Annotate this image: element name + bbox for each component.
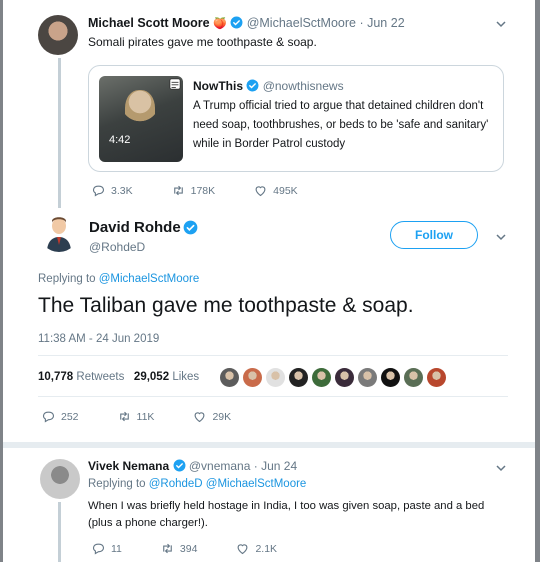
retweet-button[interactable]: 394 bbox=[160, 541, 198, 556]
liker-avatar[interactable] bbox=[289, 368, 308, 387]
like-icon bbox=[194, 412, 205, 423]
separator-dot: · bbox=[253, 459, 258, 473]
verified-badge-icon bbox=[183, 220, 198, 235]
main-replying-to: Replying to @MichaelSctMoore bbox=[38, 273, 199, 285]
thumbnail-figure bbox=[125, 90, 155, 130]
likes-stat-count: 29,052 bbox=[133, 371, 170, 383]
reply-date[interactable]: Jun 24 bbox=[261, 459, 297, 473]
like-icon bbox=[237, 544, 248, 555]
like-button[interactable]: 495K bbox=[253, 183, 298, 198]
like-count: 2.1K bbox=[255, 542, 278, 555]
tweet1-actions: 3.3K 178K 495K bbox=[91, 183, 336, 198]
video-duration: 4:42 bbox=[109, 134, 131, 146]
quoted-author-name[interactable]: NowThis bbox=[193, 79, 243, 93]
reply-icon bbox=[42, 411, 55, 423]
retweet-button[interactable]: 178K bbox=[171, 183, 216, 198]
retweet-button[interactable]: 11K bbox=[117, 409, 155, 424]
liker-avatar[interactable] bbox=[312, 368, 331, 387]
retweet-icon bbox=[163, 543, 172, 554]
main-timestamp[interactable]: 11:38 AM - 24 Jun 2019 bbox=[38, 333, 159, 345]
liker-avatar[interactable] bbox=[243, 368, 262, 387]
liker-avatar[interactable] bbox=[220, 368, 239, 387]
verified-badge-icon bbox=[246, 79, 259, 92]
liker-avatar[interactable] bbox=[266, 368, 285, 387]
main-author-handle[interactable]: @RohdeD bbox=[89, 240, 145, 254]
tweet1-text: Somali pirates gave me toothpaste & soap… bbox=[88, 35, 317, 49]
quoted-tweet-card[interactable]: 4:42 NowThis @nowthisnews A Trump offici… bbox=[88, 65, 504, 172]
reply-icon bbox=[92, 543, 105, 555]
retweets-stat-label: Retweets bbox=[76, 371, 125, 383]
main-author-name[interactable]: David Rohde bbox=[89, 219, 181, 236]
avatar-michael-scott-moore[interactable] bbox=[38, 15, 78, 55]
quoted-text: A Trump official tried to argue that det… bbox=[193, 100, 489, 150]
stats-divider-bottom bbox=[38, 396, 508, 397]
retweet-icon bbox=[173, 185, 183, 196]
avatar-vivek-nemana[interactable] bbox=[40, 459, 80, 499]
engagement-stats: 10,778 Retweets 29,052 Likes bbox=[38, 371, 199, 383]
liker-avatar[interactable] bbox=[358, 368, 377, 387]
reply-button[interactable]: 252 bbox=[41, 409, 79, 424]
reply-button[interactable]: 3.3K bbox=[91, 183, 133, 198]
reply-header: Vivek Nemana @vnemana · Jun 24 bbox=[88, 459, 297, 473]
reply-text-line1: When I was briefly held hostage in India… bbox=[88, 500, 485, 512]
retweets-stat[interactable]: 10,778 Retweets bbox=[38, 371, 128, 383]
follow-button[interactable]: Follow bbox=[390, 221, 478, 249]
media-icon bbox=[169, 78, 181, 90]
like-button[interactable]: 2.1K bbox=[235, 541, 277, 556]
thread-line-lower bbox=[58, 502, 61, 562]
retweet-icon bbox=[119, 411, 129, 422]
retweet-count: 394 bbox=[179, 542, 198, 555]
retweets-stat-count: 10,778 bbox=[38, 371, 74, 383]
separator-dot: · bbox=[359, 16, 364, 30]
tweet-thread-card: Michael Scott Moore 🍑 @MichaelSctMoore ·… bbox=[3, 0, 535, 562]
like-button[interactable]: 29K bbox=[192, 409, 231, 424]
like-count: 495K bbox=[273, 184, 298, 197]
retweet-count: 11K bbox=[136, 410, 155, 423]
reply-icon bbox=[92, 185, 105, 197]
stats-divider-top bbox=[38, 355, 508, 356]
tweet-date[interactable]: Jun 22 bbox=[367, 16, 405, 30]
liker-avatar[interactable] bbox=[381, 368, 400, 387]
verified-badge-icon bbox=[173, 459, 185, 472]
tweet1-header: Michael Scott Moore 🍑 @MichaelSctMoore ·… bbox=[88, 16, 405, 30]
reply-author-name[interactable]: Vivek Nemana bbox=[88, 459, 169, 473]
author-name[interactable]: Michael Scott Moore bbox=[88, 16, 210, 30]
retweet-count: 178K bbox=[190, 184, 216, 197]
replying-prefix: Replying to bbox=[88, 478, 149, 490]
author-handle[interactable]: @MichaelSctMoore bbox=[247, 16, 356, 30]
liker-avatar[interactable] bbox=[427, 368, 446, 387]
verified-badge-icon bbox=[230, 16, 243, 29]
peach-emoji: 🍑 bbox=[213, 18, 227, 30]
reply-count: 11 bbox=[111, 542, 122, 555]
quoted-header: NowThis @nowthisnews bbox=[193, 79, 344, 93]
liker-avatar[interactable] bbox=[404, 368, 423, 387]
chevron-down-icon[interactable] bbox=[495, 462, 507, 474]
reply-count: 3.3K bbox=[111, 184, 133, 197]
main-tweet-text: The Taliban gave me toothpaste & soap. bbox=[38, 294, 414, 317]
chevron-down-icon[interactable] bbox=[495, 18, 507, 30]
reply-count: 252 bbox=[61, 410, 79, 423]
chevron-down-icon[interactable] bbox=[495, 231, 507, 243]
replying-handle[interactable]: @MichaelSctMoore bbox=[99, 273, 200, 285]
liker-avatar[interactable] bbox=[335, 368, 354, 387]
reply-button[interactable]: 11 bbox=[91, 541, 122, 556]
reply-text-line2: (plus a phone charger!). bbox=[88, 517, 208, 529]
replying-handles[interactable]: @RohdeD @MichaelSctMoore bbox=[149, 478, 307, 490]
section-divider bbox=[3, 442, 535, 448]
thread-line-upper bbox=[58, 58, 61, 208]
quoted-author-handle[interactable]: @nowthisnews bbox=[263, 79, 344, 93]
like-icon bbox=[255, 186, 266, 197]
reply-actions: 11 394 2.1K bbox=[91, 541, 315, 556]
main-actions: 252 11K 29K bbox=[41, 409, 269, 424]
likes-stat[interactable]: 29,052 Likes bbox=[134, 371, 199, 383]
liker-avatars bbox=[220, 368, 446, 387]
likes-stat-label: Likes bbox=[172, 371, 200, 383]
like-count: 29K bbox=[212, 410, 232, 423]
reply-author-handle[interactable]: @vnemana bbox=[189, 459, 251, 473]
cartoon-portrait bbox=[47, 217, 71, 252]
follow-label: Follow bbox=[415, 228, 453, 242]
reply-replying-to: Replying to @RohdeD @MichaelSctMoore bbox=[88, 478, 306, 490]
replying-prefix: Replying to bbox=[38, 273, 99, 285]
avatar-david-rohde[interactable] bbox=[39, 212, 79, 252]
